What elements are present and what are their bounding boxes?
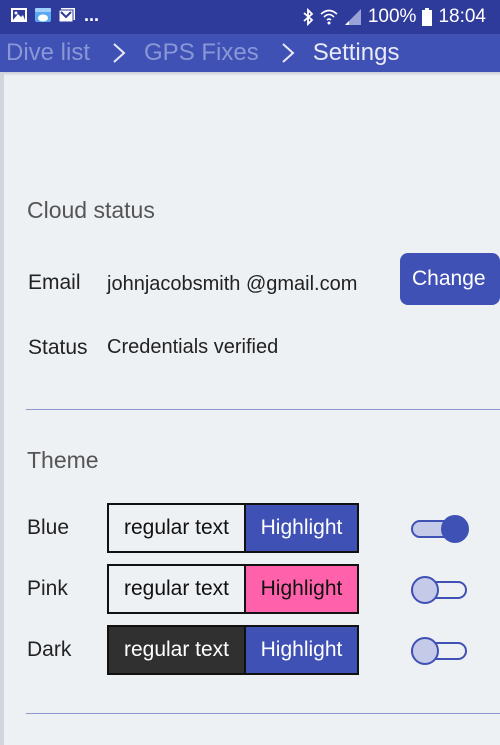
breadcrumb-gps-fixes[interactable]: GPS Fixes [144,39,259,67]
breadcrumb: Dive list GPS Fixes Settings [0,34,500,72]
highlight-sample: Highlight [246,505,357,551]
theme-switch[interactable] [411,515,469,543]
theme-name: Dark [27,638,72,661]
theme-preview: regular text Highlight [107,503,359,553]
change-credentials-button[interactable]: Change [400,253,500,305]
es-file-explorer-icon [35,8,51,22]
wifi-icon [320,9,338,25]
email-value: johnjacobsmith @gmail.com [107,273,358,295]
theme-preview: regular text Highlight [107,564,359,614]
switch-knob [411,576,439,604]
switch-knob [411,637,439,665]
clock: 18:04 [438,6,486,27]
highlight-sample: Highlight [246,627,357,673]
theme-switch[interactable] [411,637,469,665]
battery-icon [422,8,433,26]
theme-row-blue[interactable]: Blue regular text Highlight [0,503,500,555]
theme-row-pink[interactable]: Pink regular text Highlight [0,564,500,616]
gallery-icon [11,8,27,22]
breadcrumb-settings: Settings [312,39,400,66]
section-divider [26,713,500,714]
theme-heading: Theme [27,447,99,473]
highlight-sample: Highlight [246,566,357,612]
section-divider [26,409,500,410]
status-value: Credentials verified [107,336,279,358]
theme-switch[interactable] [411,576,469,604]
chevron-right-icon [282,43,295,63]
theme-name: Blue [27,516,70,539]
signal-icon [344,9,361,25]
status-label: Status [28,336,88,359]
email-label: Email [28,271,81,294]
regular-text-sample: regular text [109,505,246,551]
bluetooth-icon [303,8,314,26]
theme-row-dark[interactable]: Dark regular text Highlight [0,625,500,677]
status-bar: ... 100% 18:04 [0,0,500,34]
theme-name: Pink [27,577,68,600]
breadcrumb-dive-list[interactable]: Dive list [6,39,90,67]
regular-text-sample: regular text [109,566,246,612]
header-shadow [0,72,500,76]
switch-knob [441,515,469,543]
battery-percent: 100% [367,6,417,27]
notification-overflow: ... [84,5,100,25]
theme-preview: regular text Highlight [107,625,359,675]
gmail-icon [58,8,75,23]
chevron-right-icon [113,43,126,63]
cloud-status-heading: Cloud status [27,197,155,223]
regular-text-sample: regular text [109,627,246,673]
